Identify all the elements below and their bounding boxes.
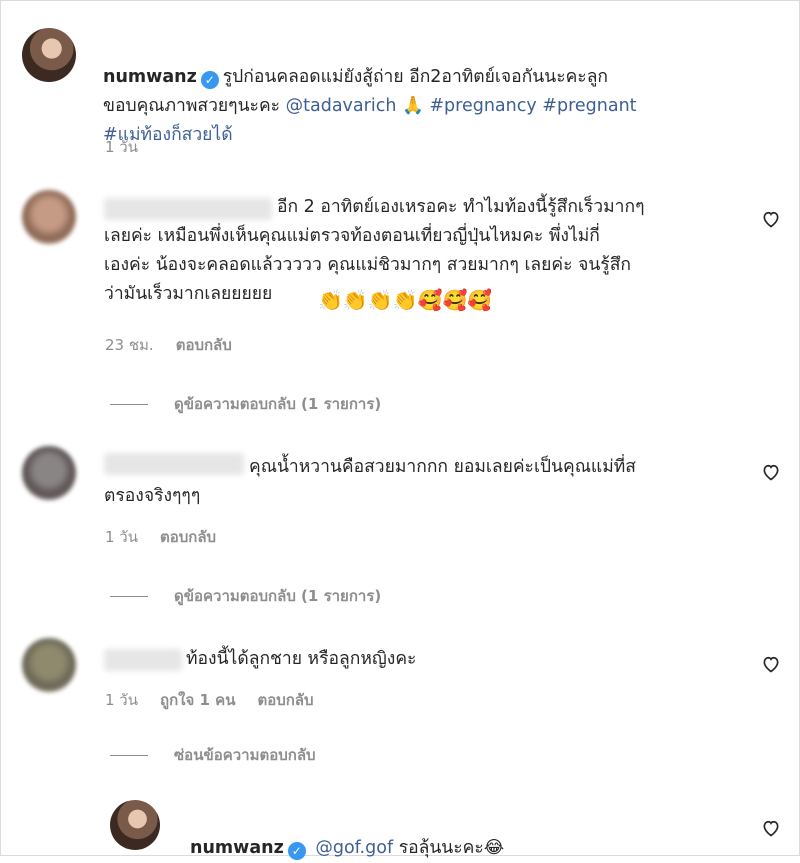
comment-time[interactable]: 23 ชม. [105, 336, 154, 354]
reply-body: รอลุ้นนะคะ [398, 838, 484, 858]
commenter-username-blurred[interactable] [104, 649, 182, 671]
reply-mention-link[interactable]: @gof.gof [315, 838, 393, 858]
reply-button[interactable]: ตอบกลับ [257, 691, 313, 709]
comment-emojis: 👏👏👏👏🥰🥰🥰 [318, 288, 493, 312]
post-time[interactable]: 1 วัน [105, 138, 138, 156]
heart-icon[interactable] [761, 654, 781, 674]
post-author-avatar[interactable] [22, 28, 76, 82]
commenter-avatar[interactable] [22, 446, 76, 500]
heart-icon[interactable] [761, 462, 781, 482]
comment-meta: 23 ชม. ตอบกลับ [105, 333, 254, 357]
likes-count[interactable]: ถูกใจ 1 คน [160, 691, 235, 709]
comment-meta: 1 วัน ถูกใจ 1 คน ตอบกลับ [105, 688, 336, 712]
comment-text: คุณน้ำหวานคือสวยมากกก ยอมเลยค่ะเป็นคุณแม… [104, 457, 636, 506]
view-replies-label: ดูข้อความตอบกลับ (1 รายการ) [174, 587, 382, 605]
verified-badge-icon: ✓ [200, 71, 219, 89]
post-author-username[interactable]: numwanz [103, 67, 197, 87]
commenter-avatar[interactable] [22, 638, 76, 692]
hide-replies-label: ซ่อนข้อความตอบกลับ [174, 746, 316, 764]
view-replies-button[interactable]: ดูข้อความตอบกลับ (1 รายการ) [110, 584, 381, 608]
post-meta: 1 วัน [105, 135, 160, 159]
caption-text: รูปก่อนคลอดแม่ยังสู้ถ่าย อีก2อาทิตย์เจอก… [222, 67, 609, 87]
view-replies-button[interactable]: ดูข้อความตอบกลับ (1 รายการ) [110, 392, 381, 416]
verified-badge-icon: ✓ [287, 842, 306, 860]
divider [110, 596, 148, 597]
reply-button[interactable]: ตอบกลับ [176, 336, 232, 354]
reply-button[interactable]: ตอบกลับ [160, 528, 216, 546]
pray-emoji: 🙏 [402, 96, 424, 116]
hide-replies-button[interactable]: ซ่อนข้อความตอบกลับ [110, 743, 316, 767]
comment-time[interactable]: 1 วัน [105, 691, 138, 709]
hashtag-link[interactable]: #pregnancy [429, 96, 536, 116]
comment-meta: 1 วัน ตอบกลับ [105, 525, 238, 549]
comment-time[interactable]: 1 วัน [105, 528, 138, 546]
heart-icon[interactable] [761, 818, 781, 838]
caption-mention-link[interactable]: @tadavarich [286, 96, 397, 116]
divider [110, 404, 148, 405]
commenter-avatar[interactable] [22, 190, 76, 244]
comment-text: ท้องนี้ได้ลูกชาย หรือลูกหญิงคะ [186, 649, 417, 669]
heart-icon[interactable] [761, 209, 781, 229]
divider [110, 755, 148, 756]
hashtag-link[interactable]: #pregnant [542, 96, 636, 116]
laugh-emoji: 😂 [483, 838, 505, 858]
reply-author-username[interactable]: numwanz [190, 838, 284, 858]
view-replies-label: ดูข้อความตอบกลับ (1 รายการ) [174, 395, 382, 413]
reply-text: numwanz ✓ @gof.gof รอลุ้นนะคะ😂 [190, 805, 750, 863]
post-caption: numwanz ✓ รูปก่อนคลอดแม่ยังสู้ถ่าย อีก2อาท… [103, 34, 763, 150]
reply-author-avatar[interactable] [110, 800, 160, 850]
caption-text-2: ขอบคุณภาพสวยๆนะคะ [103, 96, 281, 116]
